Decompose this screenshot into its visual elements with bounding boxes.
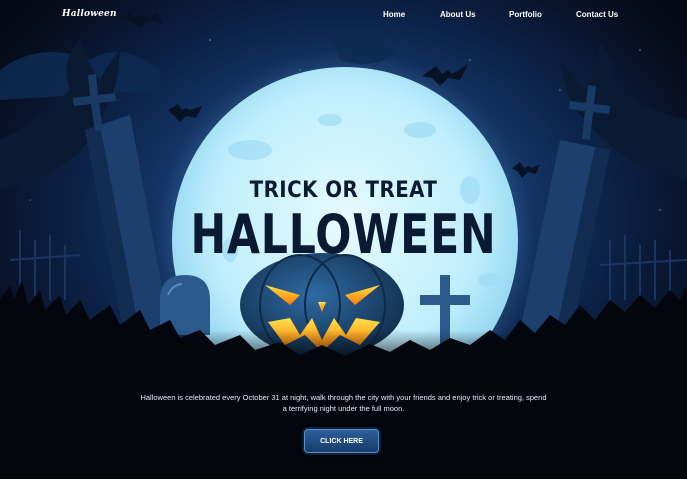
click-here-button[interactable]: CLICK HERE xyxy=(304,429,379,453)
hero-title: HALLOWEEN xyxy=(190,203,497,267)
bat-icon xyxy=(168,104,202,122)
halloween-landing-page: Halloween Home About Us Portfolio Contac… xyxy=(0,0,687,479)
nav-link-about-us[interactable]: About Us xyxy=(440,10,476,19)
hero-description: Halloween is celebrated every October 31… xyxy=(140,393,547,413)
nav-link-portfolio[interactable]: Portfolio xyxy=(509,10,542,19)
nav-link-home[interactable]: Home xyxy=(383,10,405,19)
nav-link-contact-us[interactable]: Contact Us xyxy=(576,10,618,19)
hero-subtitle: TRICK OR TREAT xyxy=(249,178,438,203)
site-logo[interactable]: Halloween xyxy=(62,9,117,19)
top-navigation: Halloween Home About Us Portfolio Contac… xyxy=(0,0,687,32)
